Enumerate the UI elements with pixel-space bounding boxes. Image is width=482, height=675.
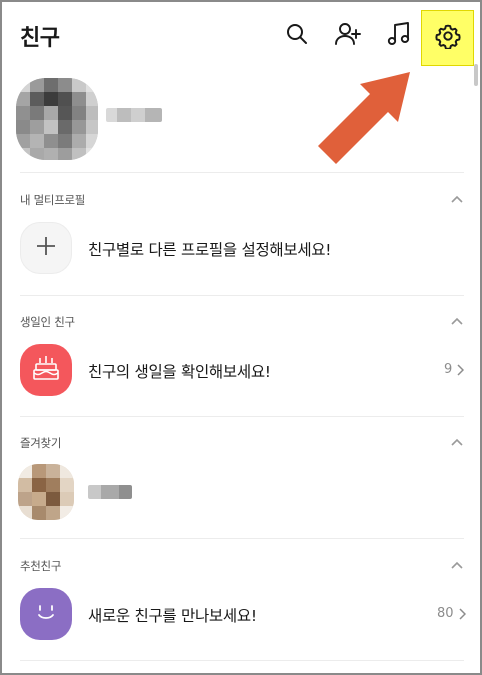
section-label-birthday: 생일인 친구 (20, 315, 75, 329)
search-icon (285, 22, 309, 46)
divider (20, 295, 464, 296)
pixelated-avatar-image (18, 464, 74, 520)
divider (20, 172, 464, 173)
add-multi-profile-button[interactable] (20, 222, 72, 274)
collapse-chevron-up-icon[interactable] (450, 560, 464, 570)
divider (20, 416, 464, 417)
section-label-recommended: 추천친구 (20, 559, 62, 573)
collapse-chevron-up-icon[interactable] (450, 437, 464, 447)
my-profile-name-redacted (106, 108, 162, 122)
settings-highlight (421, 10, 474, 66)
section-label-favorites: 즐겨찾기 (20, 436, 62, 450)
collapse-chevron-up-icon[interactable] (450, 194, 464, 204)
chevron-right-icon (457, 363, 465, 376)
my-profile[interactable] (2, 70, 480, 170)
add-friend-icon (334, 21, 362, 47)
pixelated-avatar-image (16, 78, 98, 160)
recommended-count[interactable]: 80 (437, 606, 466, 621)
favorite-friend-avatar[interactable] (18, 464, 74, 520)
recommended-text: 새로운 친구를 만나보세요! (88, 607, 257, 625)
recommended-icon-tile (20, 588, 72, 640)
birthday-count[interactable]: 9 (444, 362, 465, 377)
cake-icon (31, 354, 61, 386)
section-label-multi-profile: 내 멀티프로필 (20, 193, 86, 207)
birthday-icon-tile (20, 344, 72, 396)
plus-icon (34, 234, 58, 262)
collapse-chevron-up-icon[interactable] (450, 316, 464, 326)
search-button[interactable] (283, 20, 311, 48)
settings-button[interactable] (434, 24, 462, 52)
divider (20, 660, 464, 661)
recommended-count-value: 80 (437, 606, 454, 621)
favorite-friend-name-redacted (88, 485, 132, 499)
birthday-count-value: 9 (444, 362, 453, 377)
divider (20, 538, 464, 539)
chevron-right-icon (459, 607, 466, 620)
settings-icon (434, 23, 461, 53)
smile-icon (32, 601, 60, 627)
my-profile-avatar[interactable] (16, 78, 98, 160)
music-button[interactable] (385, 20, 413, 48)
birthday-text: 친구의 생일을 확인해보세요! (88, 363, 271, 381)
header: 친구 (2, 2, 480, 70)
multi-profile-text: 친구별로 다른 프로필을 설정해보세요! (88, 241, 332, 259)
app-window: 친구 내 멀티프로필 친구별로 다른 프로필을 설정해보세요! 생일인 친구 친… (0, 0, 482, 675)
add-friend-button[interactable] (334, 20, 362, 48)
music-icon (387, 21, 411, 47)
page-title: 친구 (20, 26, 60, 51)
